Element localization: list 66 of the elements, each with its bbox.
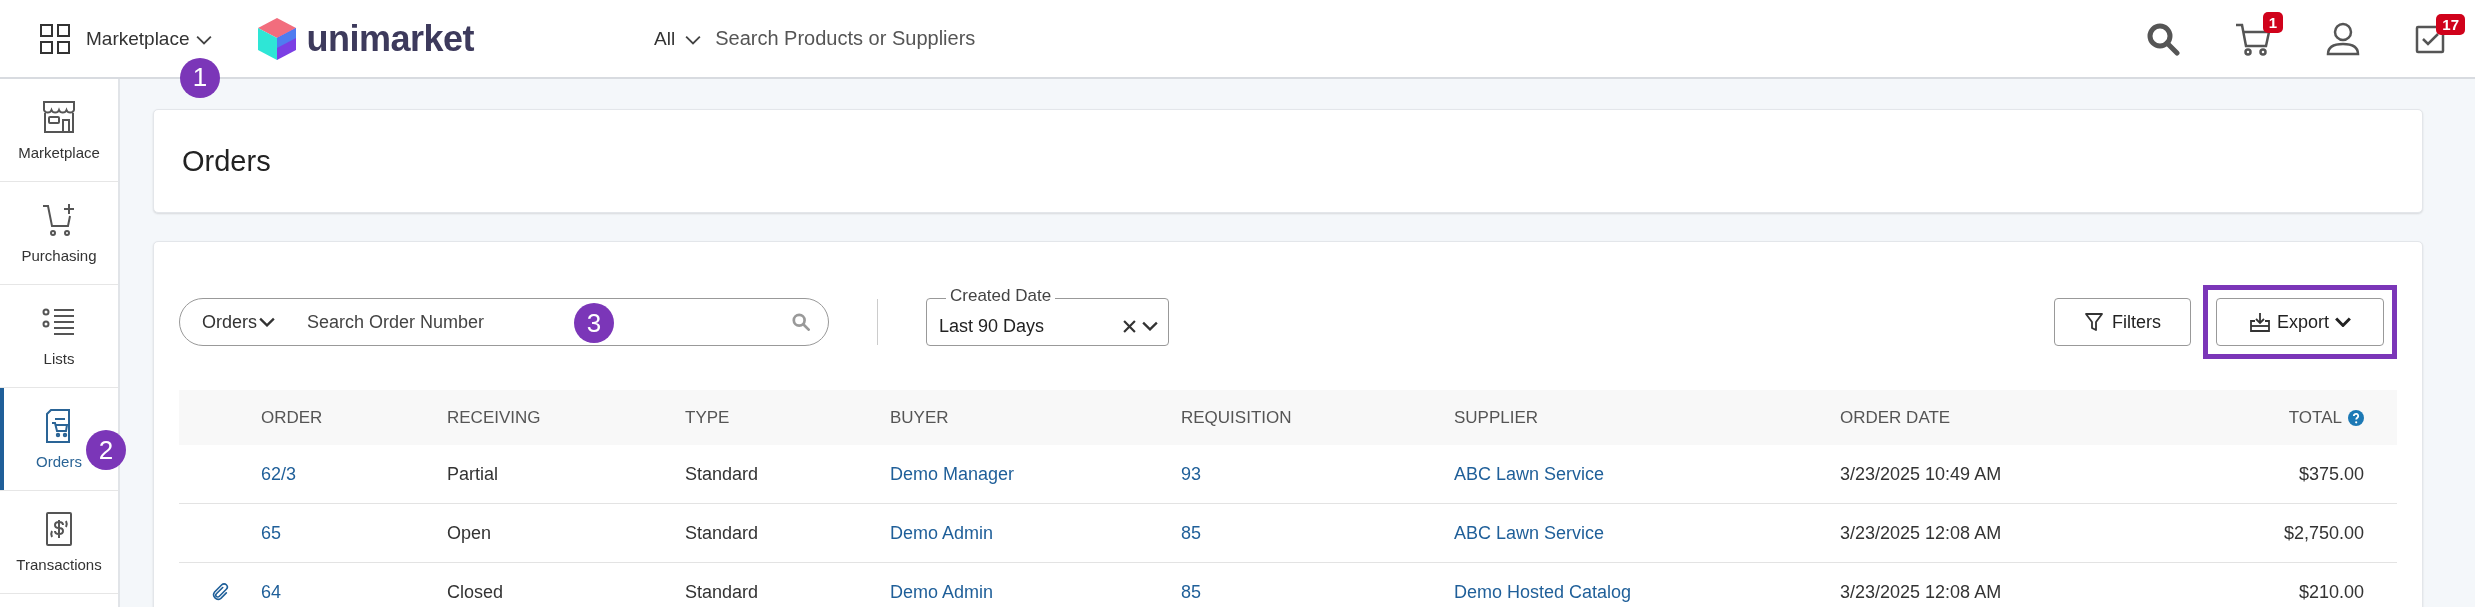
chevron-down-icon xyxy=(685,34,702,45)
table-cell-text: Closed xyxy=(447,581,505,603)
table-link[interactable]: Demo Admin xyxy=(890,522,994,544)
table-cell-text: Open xyxy=(447,522,493,544)
table-cell-text: Standard xyxy=(685,581,760,603)
column-header: TYPE xyxy=(685,407,731,428)
paperclip-icon[interactable] xyxy=(211,583,229,601)
marketplace-dropdown[interactable]: Marketplace xyxy=(86,27,212,50)
cart-icon[interactable] xyxy=(2235,21,2271,56)
table-cell-text: Standard xyxy=(685,463,760,485)
table-cell-text: Standard xyxy=(685,522,760,544)
table-cell-text: $2,750.00 xyxy=(2282,522,2364,544)
step-number: 1 xyxy=(180,57,220,98)
table-link[interactable]: Demo Manager xyxy=(890,463,1015,485)
table-link[interactable]: 62/3 xyxy=(261,463,297,485)
sidebar-item[interactable]: Lists xyxy=(0,285,118,388)
sidebar-item[interactable]: Marketplace xyxy=(0,79,118,182)
sidebar-item[interactable]: Purchasing xyxy=(0,182,118,285)
table-cell-text: 3/23/2025 10:49 AM xyxy=(1840,463,2003,485)
column-header: REQUISITION xyxy=(1181,407,1293,428)
table-cell-text: 3/23/2025 12:08 AM xyxy=(1840,581,2003,603)
table-cell-text: $210.00 xyxy=(2297,581,2364,603)
help-icon[interactable] xyxy=(2348,409,2364,426)
column-header: ORDER xyxy=(261,407,324,428)
step-number: 2 xyxy=(86,430,126,470)
column-header: ORDER DATE xyxy=(1840,407,1952,428)
app-grid-icon[interactable] xyxy=(40,23,70,54)
table-link[interactable]: ABC Lawn Service xyxy=(1454,463,1605,485)
filters-button[interactable]: Filters xyxy=(2054,298,2191,346)
sidebar-item[interactable]: Transactions xyxy=(0,491,118,594)
table-link[interactable]: 85 xyxy=(1181,522,1202,544)
cart-plus-icon xyxy=(42,202,76,237)
table-link[interactable]: 65 xyxy=(261,522,282,544)
table-link[interactable]: Demo Hosted Catalog xyxy=(1454,581,1632,603)
table-cell-text: Partial xyxy=(447,463,500,485)
logo-text: unimarket xyxy=(306,17,475,60)
column-header: SUPPLIER xyxy=(1454,407,1540,428)
search-scope-dropdown[interactable]: All xyxy=(654,27,702,50)
export-button[interactable]: Export xyxy=(2216,298,2384,346)
search-icon[interactable] xyxy=(2146,21,2180,56)
column-header: BUYER xyxy=(890,407,950,428)
column-header: TOTAL xyxy=(2164,407,2364,428)
tasks-count-badge: 17 xyxy=(2436,13,2465,35)
table-cell-text: $375.00 xyxy=(2297,463,2364,485)
table-link[interactable]: 85 xyxy=(1181,581,1202,603)
page-title: Orders xyxy=(182,144,271,178)
filter-icon xyxy=(2084,312,2104,332)
table-link[interactable]: Demo Admin xyxy=(890,581,994,603)
table-cell-text: 3/23/2025 12:08 AM xyxy=(1840,522,2003,544)
table-link[interactable]: 93 xyxy=(1181,463,1202,485)
download-tray-icon xyxy=(2249,312,2271,332)
column-header: RECEIVING xyxy=(447,407,542,428)
storefront-icon xyxy=(42,99,76,134)
table-link[interactable]: ABC Lawn Service xyxy=(1454,522,1605,544)
chevron-down-icon xyxy=(2335,317,2351,327)
search-type-dropdown[interactable]: Orders xyxy=(202,311,275,333)
cube-logo-icon xyxy=(256,16,297,61)
chevron-down-icon xyxy=(259,317,275,327)
checkbox-tasks-icon[interactable] xyxy=(2415,23,2445,54)
step-number: 3 xyxy=(574,303,614,343)
chevron-down-icon xyxy=(195,34,212,45)
cart-count-badge: 1 xyxy=(2262,11,2283,33)
clear-icon[interactable] xyxy=(1123,319,1136,333)
chevron-down-icon[interactable] xyxy=(1142,321,1158,331)
user-icon[interactable] xyxy=(2326,21,2360,56)
table-link[interactable]: 64 xyxy=(261,581,282,603)
